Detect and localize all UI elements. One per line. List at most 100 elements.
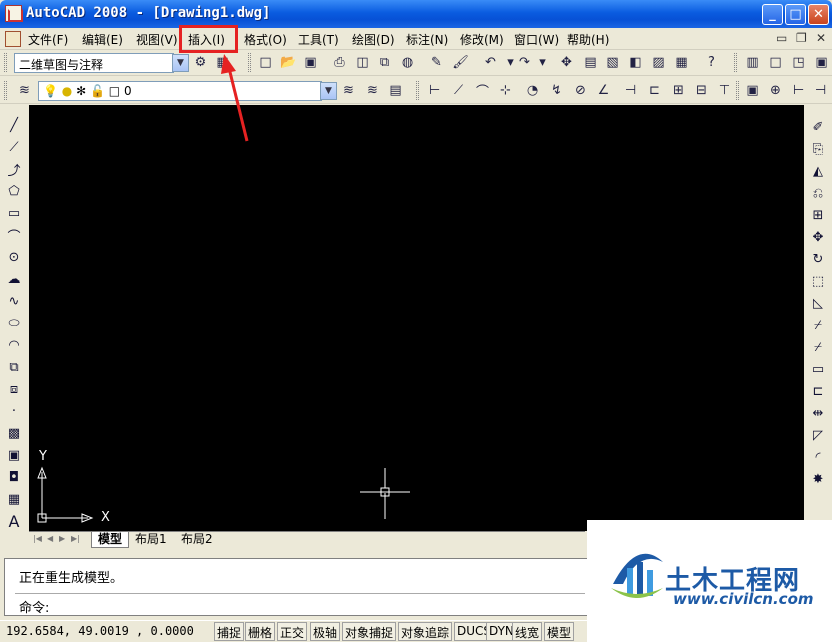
mdi-restore-button[interactable]: ❐ bbox=[796, 31, 807, 45]
redo-dropdown-icon[interactable]: ▾ bbox=[534, 54, 551, 71]
toolbar-grip[interactable] bbox=[4, 81, 7, 100]
toolbar-grip[interactable] bbox=[416, 81, 419, 100]
hatch-icon[interactable]: ▩ bbox=[5, 424, 23, 442]
make-layer-current-icon[interactable]: ≋ bbox=[340, 82, 357, 99]
point-icon[interactable]: · bbox=[5, 402, 23, 420]
arc-length-icon[interactable]: ⌒ bbox=[474, 82, 491, 100]
redo-icon[interactable]: ↷ bbox=[516, 54, 533, 71]
sheet-set-icon[interactable]: ▨ bbox=[650, 54, 667, 71]
new-icon[interactable]: □ bbox=[257, 54, 274, 71]
layer-previous-icon[interactable]: ≋ bbox=[364, 82, 381, 99]
dimension-text-icon[interactable]: ⊣ bbox=[812, 82, 829, 99]
jogged-icon[interactable]: ↯ bbox=[548, 82, 565, 99]
circle-icon[interactable]: ⊙ bbox=[5, 248, 23, 266]
multiline-text-icon[interactable]: A bbox=[5, 512, 23, 531]
menu-format[interactable]: 格式(O) bbox=[244, 31, 287, 48]
menu-window[interactable]: 窗口(W) bbox=[514, 31, 559, 48]
next-tab-icon[interactable]: ▶ bbox=[59, 534, 65, 543]
calculator-icon[interactable]: ▦ bbox=[673, 54, 690, 71]
erase-icon[interactable]: ✐ bbox=[809, 118, 827, 136]
workspace-icon[interactable]: ▦ bbox=[214, 54, 231, 71]
array-icon[interactable]: ⊞ bbox=[809, 206, 827, 224]
grid-toggle[interactable]: 栅格 bbox=[245, 622, 276, 641]
named-views-icon[interactable]: ◳ bbox=[790, 54, 807, 71]
layer-states-icon[interactable]: ▤ bbox=[387, 82, 404, 99]
center-mark-icon[interactable]: ⊤ bbox=[716, 82, 733, 99]
join-icon[interactable]: ⇹ bbox=[809, 404, 827, 422]
revision-cloud-icon[interactable]: ☁ bbox=[5, 270, 23, 288]
break-icon[interactable]: ⊏ bbox=[809, 382, 827, 400]
diameter-icon[interactable]: ⊘ bbox=[572, 82, 589, 99]
last-tab-icon[interactable]: ▶| bbox=[71, 534, 80, 543]
break-at-point-icon[interactable]: ▭ bbox=[809, 360, 827, 378]
model-toggle[interactable]: 模型 bbox=[544, 622, 575, 641]
stretch-icon[interactable]: ◺ bbox=[809, 294, 827, 312]
render-icon[interactable]: ▣ bbox=[813, 54, 830, 71]
properties-icon[interactable]: ▤ bbox=[582, 54, 599, 71]
viewport-icon[interactable]: □ bbox=[767, 54, 784, 71]
maximize-button[interactable]: □ bbox=[785, 4, 806, 25]
print-icon[interactable]: ⎙ bbox=[331, 54, 348, 71]
extend-icon[interactable]: ⌿ bbox=[809, 338, 827, 356]
insert-block-icon[interactable]: ⧉ bbox=[5, 358, 23, 376]
command-input[interactable]: 命令: bbox=[19, 597, 49, 616]
mirror-icon[interactable]: ◭ bbox=[809, 162, 827, 180]
autocad-app-icon[interactable] bbox=[5, 5, 23, 22]
region-icon[interactable]: ◘ bbox=[5, 468, 23, 486]
construction-line-icon[interactable]: ⟋ bbox=[5, 138, 23, 156]
table-icon[interactable]: ▦ bbox=[5, 490, 23, 508]
tab-model[interactable]: 模型 bbox=[91, 532, 130, 548]
pan-icon[interactable]: ✥ bbox=[558, 54, 575, 71]
polygon-icon[interactable]: ⬠ bbox=[5, 182, 23, 200]
menu-edit[interactable]: 编辑(E) bbox=[82, 31, 123, 48]
baseline-icon[interactable]: ⊏ bbox=[646, 82, 663, 99]
design-center-icon[interactable]: ▧ bbox=[604, 54, 621, 71]
publish-icon[interactable]: ⧉ bbox=[376, 54, 393, 71]
snap-toggle[interactable]: 捕捉 bbox=[214, 622, 245, 641]
tool-palettes-icon[interactable]: ◧ bbox=[627, 54, 644, 71]
continue-icon[interactable]: ⊞ bbox=[670, 82, 687, 99]
dimension-style-icon[interactable]: ⊢ bbox=[790, 82, 807, 99]
open-icon[interactable]: 📂 bbox=[280, 54, 297, 71]
help-icon[interactable]: ? bbox=[703, 54, 720, 71]
ordinate-icon[interactable]: ⊹ bbox=[497, 82, 514, 99]
chamfer-icon[interactable]: ◸ bbox=[809, 426, 827, 444]
ellipse-arc-icon[interactable]: ◠ bbox=[5, 336, 23, 354]
ortho-toggle[interactable]: 正交 bbox=[277, 622, 308, 641]
menu-view[interactable]: 视图(V) bbox=[136, 31, 178, 48]
menu-help[interactable]: 帮助(H) bbox=[567, 31, 609, 48]
tab-layout2[interactable]: 布局2 bbox=[175, 532, 219, 548]
match-properties-icon[interactable]: 🖌 bbox=[452, 54, 469, 71]
tab-layout1[interactable]: 布局1 bbox=[129, 532, 173, 548]
menu-tools[interactable]: 工具(T) bbox=[298, 31, 339, 48]
mdi-close-button[interactable]: ✕ bbox=[816, 31, 826, 45]
rotate-icon[interactable]: ↻ bbox=[809, 250, 827, 268]
workspace-dropdown[interactable]: 二维草图与注释 bbox=[14, 53, 174, 73]
quick-dimension-icon[interactable]: ⊣ bbox=[622, 82, 639, 99]
trim-icon[interactable]: ⌿ bbox=[809, 316, 827, 334]
move-icon[interactable]: ✥ bbox=[809, 228, 827, 246]
document-icon[interactable] bbox=[5, 31, 21, 47]
copy-icon[interactable]: ⎘ bbox=[809, 140, 827, 158]
toolbar-grip[interactable] bbox=[734, 53, 737, 72]
osnap-toggle[interactable]: 对象捕捉 bbox=[342, 622, 397, 641]
gradient-icon[interactable]: ▣ bbox=[5, 446, 23, 464]
dimension-edit-icon[interactable]: ▣ bbox=[744, 82, 761, 99]
prev-tab-icon[interactable]: ◀ bbox=[47, 534, 53, 543]
tile-icon[interactable]: ▥ bbox=[744, 54, 761, 71]
scale-icon[interactable]: ⬚ bbox=[809, 272, 827, 290]
ellipse-icon[interactable]: ⬭ bbox=[5, 314, 23, 332]
menu-dimension[interactable]: 标注(N) bbox=[406, 31, 448, 48]
line-icon[interactable]: ╱ bbox=[5, 116, 23, 134]
drawing-canvas[interactable]: Y X bbox=[29, 105, 804, 531]
cut-icon[interactable]: ✎ bbox=[428, 54, 445, 71]
spline-icon[interactable]: ∿ bbox=[5, 292, 23, 310]
workspace-settings-icon[interactable]: ⚙ bbox=[192, 54, 209, 71]
radius-icon[interactable]: ◔ bbox=[524, 82, 541, 99]
chevron-down-icon[interactable]: ▼ bbox=[172, 54, 189, 72]
menu-modify[interactable]: 修改(M) bbox=[460, 31, 504, 48]
dimension-update-icon[interactable]: ⊕ bbox=[767, 82, 784, 99]
toolbar-grip[interactable] bbox=[4, 53, 7, 72]
fillet-icon[interactable]: ◜ bbox=[809, 448, 827, 466]
rectangle-icon[interactable]: ▭ bbox=[5, 204, 23, 222]
